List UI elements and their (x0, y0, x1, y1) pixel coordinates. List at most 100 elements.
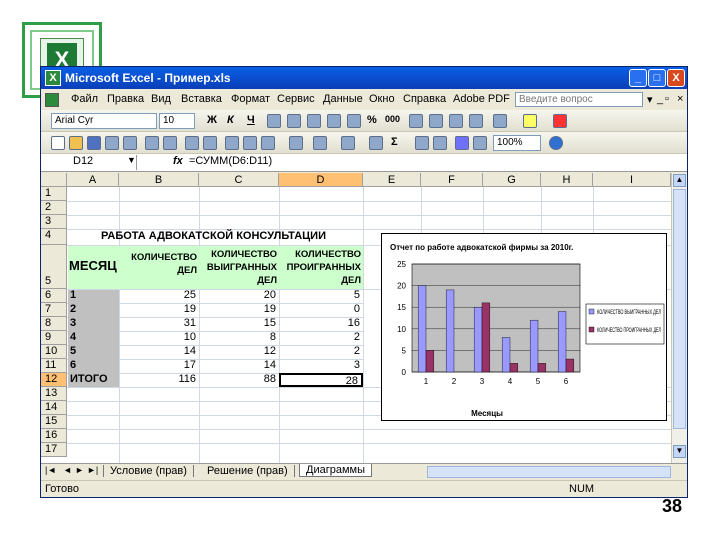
underline-button[interactable]: Ч (247, 114, 255, 126)
column-header-g[interactable]: G (483, 173, 541, 187)
active-cell-d12[interactable]: 28 (279, 373, 363, 387)
cell-month[interactable]: 2 (70, 303, 76, 315)
merge-cells-icon[interactable] (327, 114, 341, 128)
cell-grand-total[interactable]: 116 (119, 373, 199, 385)
scroll-down-icon[interactable]: ▼ (673, 445, 686, 458)
worksheet-grid[interactable]: A B C D E F G H I 1 2 3 4 5 6 7 8 9 10 1… (41, 173, 687, 463)
row-header-5[interactable]: 5 (41, 245, 67, 289)
cell-won[interactable]: 14 (199, 359, 279, 371)
align-center-icon[interactable] (287, 114, 301, 128)
row-header-8[interactable]: 8 (41, 317, 67, 331)
column-header-d[interactable]: D (279, 173, 363, 187)
maximize-button[interactable]: □ (648, 69, 666, 87)
sheet-tab[interactable]: Условие (прав) (103, 465, 194, 477)
sheet-tab-active[interactable]: Диаграммы (299, 464, 372, 477)
row-header-4[interactable]: 4 (41, 229, 67, 245)
column-header-b[interactable]: B (119, 173, 199, 187)
fx-icon[interactable]: fx (173, 155, 183, 167)
font-size-select[interactable]: 10 (159, 113, 195, 129)
cell-lost[interactable]: 5 (279, 289, 363, 301)
row-header-2[interactable]: 2 (41, 201, 67, 215)
row-header-13[interactable]: 13 (41, 387, 67, 401)
cell-month[interactable]: 5 (70, 345, 76, 357)
menu-help[interactable]: Справка (403, 93, 446, 105)
row-header-9[interactable]: 9 (41, 331, 67, 345)
menu-edit[interactable]: Правка (107, 93, 144, 105)
cell-month[interactable]: 6 (70, 359, 76, 371)
cell-won[interactable]: 15 (199, 317, 279, 329)
italic-button[interactable]: К (227, 114, 234, 126)
borders-icon[interactable] (493, 114, 507, 128)
sort-descending-icon[interactable] (433, 136, 447, 150)
indent-increase-icon[interactable] (469, 114, 483, 128)
row-header-10[interactable]: 10 (41, 345, 67, 359)
row-header-6[interactable]: 6 (41, 289, 67, 303)
decrease-decimal-icon[interactable] (429, 114, 443, 128)
formula-input[interactable]: =СУММ(D6:D11) (189, 155, 272, 167)
cell-lost[interactable]: 2 (279, 345, 363, 357)
research-icon[interactable] (203, 136, 217, 150)
cell-total[interactable]: 17 (119, 359, 199, 371)
print-icon[interactable] (145, 136, 159, 150)
chart-area[interactable]: Отчет по работе адвокатской фирмы за 201… (381, 233, 667, 421)
sheet-tab[interactable]: Решение (прав) (201, 465, 295, 477)
cell-total-label[interactable]: ИТОГО (70, 373, 108, 385)
cell-won[interactable]: 20 (199, 289, 279, 301)
cell-total[interactable]: 25 (119, 289, 199, 301)
row-header-1[interactable]: 1 (41, 187, 67, 201)
align-left-icon[interactable] (267, 114, 281, 128)
indent-decrease-icon[interactable] (449, 114, 463, 128)
row-header-12[interactable]: 12 (41, 373, 67, 387)
menu-window[interactable]: Окно (369, 93, 395, 105)
first-sheet-button[interactable]: |◄ (45, 465, 56, 475)
menu-file[interactable]: Файл (71, 93, 98, 105)
cell-lost[interactable]: 16 (279, 317, 363, 329)
cell-month[interactable]: 4 (70, 331, 76, 343)
column-header-e[interactable]: E (363, 173, 421, 187)
menu-data[interactable]: Данные (323, 93, 363, 105)
cell-lost[interactable]: 0 (279, 303, 363, 315)
menu-format[interactable]: Формат (231, 93, 270, 105)
currency-icon[interactable] (347, 114, 361, 128)
cell-won[interactable]: 19 (199, 303, 279, 315)
doc-minimize-icon[interactable]: _ (657, 93, 663, 105)
row-header-7[interactable]: 7 (41, 303, 67, 317)
next-sheet-button[interactable]: ► (75, 465, 84, 475)
vertical-scrollbar[interactable]: ▲ ▼ (671, 173, 687, 463)
row-header-17[interactable]: 17 (41, 443, 67, 457)
increase-decimal-icon[interactable] (409, 114, 423, 128)
cell-total[interactable]: 14 (119, 345, 199, 357)
undo-icon[interactable] (313, 136, 327, 150)
drawing-icon[interactable] (473, 136, 487, 150)
cell-won[interactable]: 12 (199, 345, 279, 357)
help-search-input[interactable]: Введите вопрос (515, 92, 643, 107)
font-color-icon[interactable] (553, 114, 567, 128)
row-header-11[interactable]: 11 (41, 359, 67, 373)
doc-icon[interactable] (45, 93, 59, 107)
cell-total[interactable]: 10 (119, 331, 199, 343)
row-header-16[interactable]: 16 (41, 429, 67, 443)
scroll-up-icon[interactable]: ▲ (673, 174, 686, 187)
bold-button[interactable]: Ж (207, 114, 217, 126)
save-icon[interactable] (87, 136, 101, 150)
spelling-icon[interactable] (185, 136, 199, 150)
cell-won[interactable]: 8 (199, 331, 279, 343)
cell-total[interactable]: 19 (119, 303, 199, 315)
permission-icon[interactable] (105, 136, 119, 150)
row-header-3[interactable]: 3 (41, 215, 67, 229)
hyperlink-icon[interactable] (369, 136, 383, 150)
menu-insert[interactable]: Вставка (181, 93, 222, 105)
column-header-a[interactable]: A (67, 173, 119, 187)
row-header-14[interactable]: 14 (41, 401, 67, 415)
help-icon[interactable] (549, 136, 563, 150)
open-folder-icon[interactable] (69, 136, 83, 150)
column-header-i[interactable]: I (593, 173, 671, 187)
cell-month[interactable]: 1 (70, 289, 76, 301)
menu-tools[interactable]: Сервис (277, 93, 315, 105)
print-preview-icon[interactable] (163, 136, 177, 150)
horizontal-scrollbar[interactable] (427, 466, 671, 478)
fill-color-icon[interactable] (523, 114, 537, 128)
percent-button[interactable]: % (367, 114, 377, 126)
column-header-h[interactable]: H (541, 173, 593, 187)
menu-view[interactable]: Вид (151, 93, 171, 105)
